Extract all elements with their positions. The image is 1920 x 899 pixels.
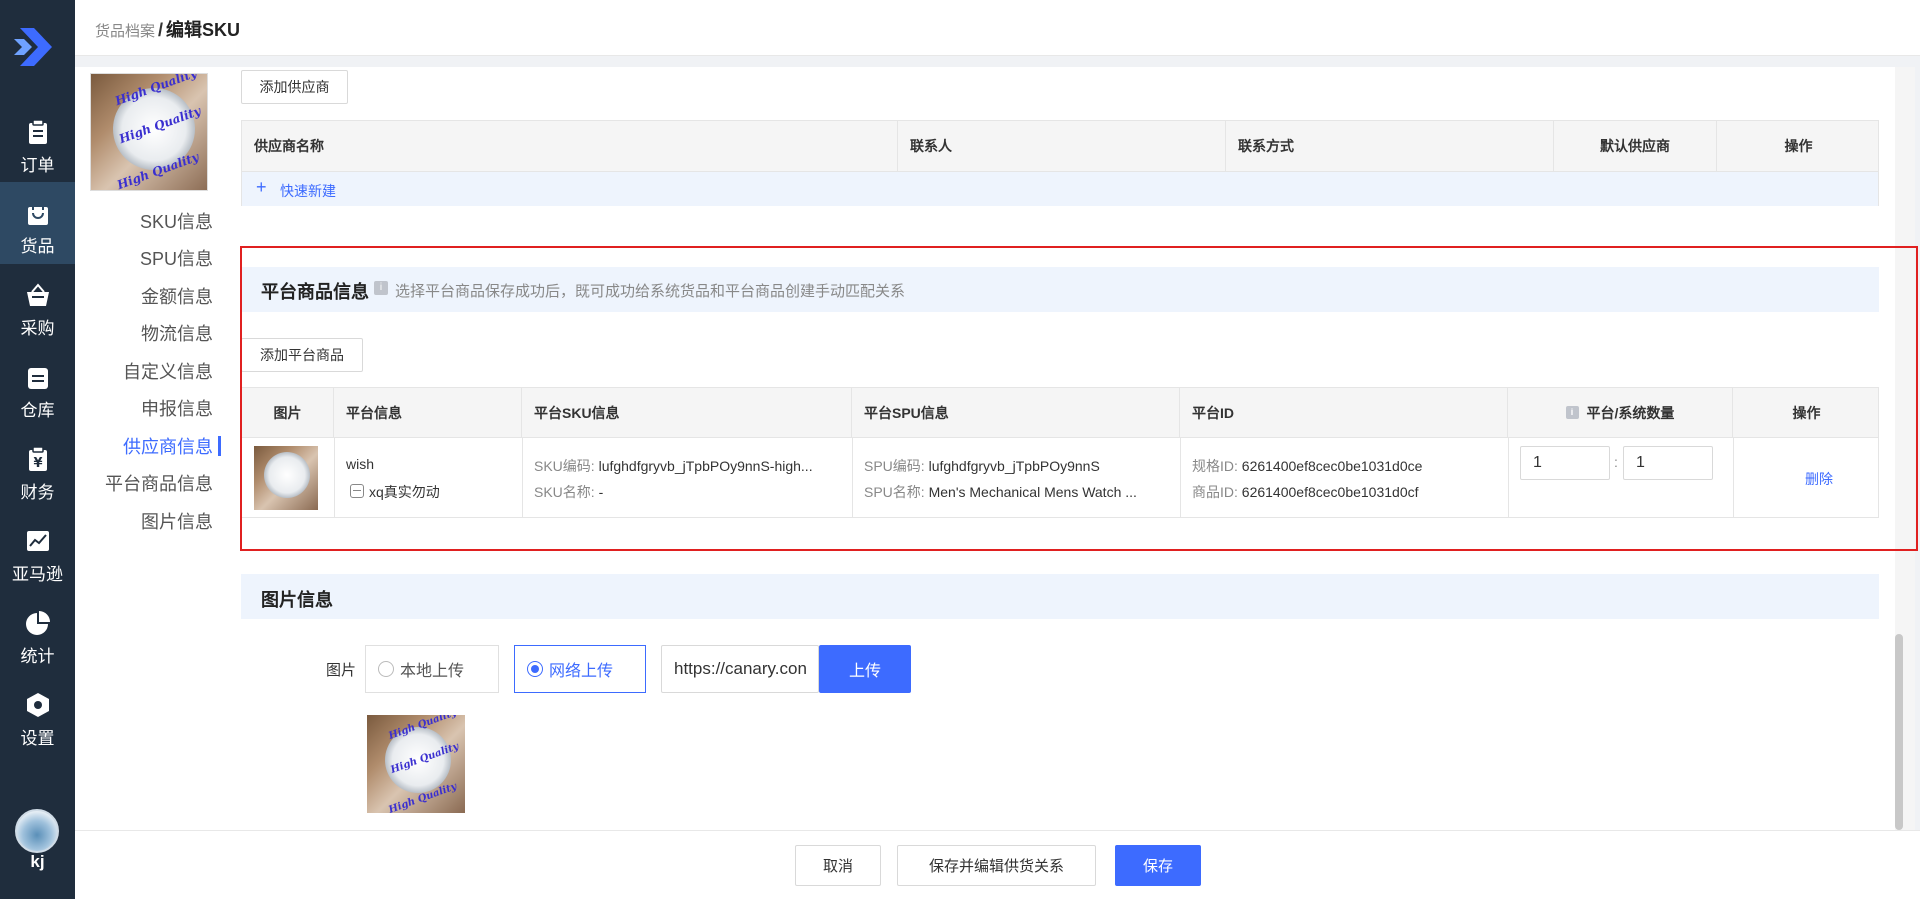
anchor-logistics-info[interactable]: 物流信息 xyxy=(73,320,213,346)
breadcrumb-separator: / xyxy=(158,20,164,40)
breadcrumb: 货品档案 / 编辑SKU xyxy=(95,16,240,42)
anchor-image-info[interactable]: 图片信息 xyxy=(73,508,213,534)
column-header: 供应商名称 xyxy=(242,121,898,171)
clipboard-icon xyxy=(29,119,47,144)
anchor-amount-info[interactable]: 金额信息 xyxy=(73,283,213,309)
nav-label: 统计 xyxy=(20,647,55,666)
sku-thumbnail: High Quality High Quality High Quality xyxy=(90,73,208,191)
nav-label: 订单 xyxy=(20,156,55,175)
radio-label: 本地上传 xyxy=(400,663,465,680)
nav-item-goods[interactable]: 货品 xyxy=(0,182,75,264)
basket-icon xyxy=(27,283,49,306)
column-header: 联系人 xyxy=(898,121,1226,171)
image-field-label: 图片 xyxy=(326,662,357,679)
anchor-supplier-info[interactable]: 供应商信息 xyxy=(73,433,221,459)
page-header: 货品档案 / 编辑SKU xyxy=(75,0,1920,56)
breadcrumb-parent[interactable]: 货品档案 xyxy=(95,23,155,40)
pie-chart-icon xyxy=(26,611,50,635)
yuan-clipboard-icon: ¥ xyxy=(29,446,47,471)
radio-indicator xyxy=(527,661,543,677)
nav-label: 财务 xyxy=(20,483,55,502)
scrollbar-thumb[interactable] xyxy=(1895,634,1903,830)
nav-label: 货品 xyxy=(20,237,55,256)
image-section-header: 图片信息 xyxy=(241,574,1879,619)
nav-item-finance[interactable]: ¥ 财务 xyxy=(0,428,75,510)
add-supplier-button[interactable]: 添加供应商 xyxy=(241,70,348,104)
anchor-declaration-info[interactable]: 申报信息 xyxy=(73,395,213,421)
local-upload-radio[interactable]: 本地上传 xyxy=(365,645,499,693)
supplier-table: 供应商名称 联系人 联系方式 默认供应商 操作 + 快速新建 xyxy=(241,120,1879,206)
table-header: 供应商名称 联系人 联系方式 默认供应商 操作 xyxy=(242,121,1878,172)
nav-item-settings[interactable]: 设置 xyxy=(0,674,75,756)
gear-hexagon-icon xyxy=(27,693,49,717)
nav-item-purchase[interactable]: 采购 xyxy=(0,264,75,346)
nav-label: 仓库 xyxy=(20,401,55,420)
nav-label: 采购 xyxy=(20,319,55,338)
plus-icon[interactable]: + xyxy=(256,177,267,198)
nav-item-warehouse[interactable]: 仓库 xyxy=(0,346,75,428)
watch-image: High Quality High Quality High Quality xyxy=(91,74,207,190)
footer-actions: 取消 保存并编辑供货关系 保存 xyxy=(75,830,1920,899)
anchor-sku-info[interactable]: SKU信息 xyxy=(73,208,213,234)
trend-chart-icon xyxy=(27,531,49,551)
section-title: 图片信息 xyxy=(261,590,333,610)
nav-label: 设置 xyxy=(20,729,55,748)
main-nav: 订单 货品 采购 仓库 ¥ 财务 亚马逊 统计 设置 kj xyxy=(0,0,75,899)
column-header: 默认供应商 xyxy=(1554,121,1717,171)
nav-item-amazon[interactable]: 亚马逊 xyxy=(0,510,75,592)
radio-label: 网络上传 xyxy=(549,663,614,680)
nav-item-statistics[interactable]: 统计 xyxy=(0,592,75,674)
upload-button[interactable]: 上传 xyxy=(819,645,911,693)
nav-item-orders[interactable]: 订单 xyxy=(0,101,75,183)
uploaded-image-preview[interactable]: High Quality High Quality High Quality xyxy=(367,715,465,813)
cancel-button[interactable]: 取消 xyxy=(795,845,881,886)
anchor-spu-info[interactable]: SPU信息 xyxy=(73,245,213,271)
shopping-bag-icon xyxy=(28,200,48,225)
warehouse-icon xyxy=(28,368,48,389)
anchor-platform-product-info[interactable]: 平台商品信息 xyxy=(73,470,213,496)
avatar[interactable] xyxy=(15,809,59,853)
highlight-box xyxy=(240,246,1918,551)
page-title: 编辑SKU xyxy=(166,20,241,40)
svg-text:¥: ¥ xyxy=(33,456,42,471)
network-upload-radio[interactable]: 网络上传 xyxy=(514,645,646,693)
anchor-custom-info[interactable]: 自定义信息 xyxy=(73,358,213,384)
app-logo[interactable] xyxy=(12,22,62,72)
image-url-input[interactable]: https://canary.con xyxy=(661,645,819,693)
quick-add-link[interactable]: 快速新建 xyxy=(280,181,336,201)
column-header: 操作 xyxy=(1784,138,1813,154)
anchor-panel: High Quality High Quality High Quality S… xyxy=(75,67,225,830)
column-header: 联系方式 xyxy=(1226,121,1554,171)
radio-indicator xyxy=(378,661,394,677)
quick-add-row: + 快速新建 xyxy=(242,172,1878,206)
user-name: kj xyxy=(30,852,45,871)
save-and-edit-supply-button[interactable]: 保存并编辑供货关系 xyxy=(897,845,1096,886)
save-button[interactable]: 保存 xyxy=(1115,845,1201,886)
nav-label: 亚马逊 xyxy=(12,565,63,584)
